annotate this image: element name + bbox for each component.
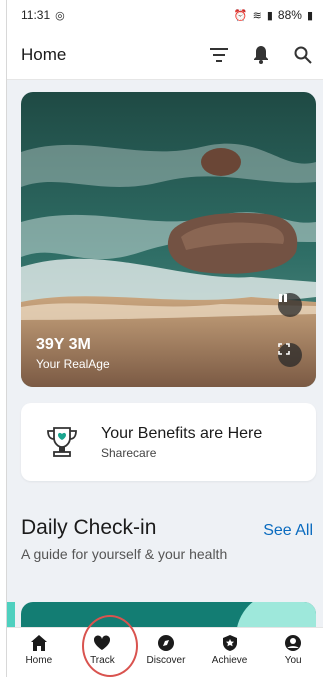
benefits-card[interactable]: Your Benefits are Here Sharecare bbox=[21, 403, 316, 481]
signal-icon: ▮ bbox=[266, 9, 273, 22]
clock: 11:31 bbox=[21, 8, 51, 22]
alarm-icon: ⏰ bbox=[233, 9, 248, 22]
battery-percent: 88% bbox=[277, 8, 302, 22]
nav-home-label: Home bbox=[25, 655, 53, 666]
realage-hero[interactable]: 39Y 3M Your RealAge bbox=[21, 92, 316, 387]
fullscreen-button[interactable] bbox=[278, 343, 302, 367]
nav-you[interactable]: You bbox=[264, 634, 322, 666]
page-title: Home bbox=[21, 44, 67, 64]
pause-button[interactable] bbox=[278, 293, 302, 317]
section-subtitle: A guide for yourself & your health bbox=[21, 546, 228, 562]
see-all-link[interactable]: See All bbox=[263, 522, 313, 540]
filter-icon[interactable] bbox=[209, 45, 229, 65]
wifi-icon: ≋ bbox=[252, 9, 262, 22]
compass-icon bbox=[157, 635, 174, 651]
app-frame: 11:31 ◎ ⏰ ≋ ▮ 88% ▮ Home 39Y 3M Your Rea… bbox=[6, 0, 323, 677]
battery-icon: ▮ bbox=[306, 9, 313, 22]
pause-icon bbox=[279, 294, 287, 302]
status-bar: 11:31 ◎ ⏰ ≋ ▮ 88% ▮ bbox=[7, 0, 323, 30]
shield-star-icon bbox=[222, 635, 237, 651]
heart-icon bbox=[94, 635, 111, 650]
fullscreen-icon bbox=[278, 343, 290, 355]
realage-label: Your RealAge bbox=[36, 357, 110, 371]
person-icon bbox=[285, 635, 302, 651]
bottom-navigation: Home Track Discover Achieve You bbox=[7, 627, 323, 677]
nav-discover-label: Discover bbox=[146, 655, 186, 666]
nav-discover[interactable]: Discover bbox=[137, 634, 195, 666]
nav-track-label: Track bbox=[90, 655, 115, 666]
nav-home[interactable]: Home bbox=[10, 634, 68, 666]
nav-track[interactable]: Track bbox=[73, 634, 131, 666]
nav-achieve-label: Achieve bbox=[211, 655, 248, 666]
bell-icon[interactable] bbox=[251, 45, 271, 65]
trophy-icon bbox=[47, 427, 77, 457]
home-icon bbox=[30, 635, 47, 651]
realage-value: 39Y 3M bbox=[36, 336, 91, 353]
section-title: Daily Check-in bbox=[21, 516, 157, 539]
search-icon[interactable] bbox=[293, 45, 313, 65]
benefits-subtitle: Sharecare bbox=[101, 445, 157, 460]
nav-you-label: You bbox=[284, 655, 302, 666]
app-bar: Home bbox=[7, 30, 323, 80]
nav-achieve[interactable]: Achieve bbox=[201, 634, 259, 666]
nfc-icon: ◎ bbox=[55, 9, 65, 22]
benefits-title: Your Benefits are Here bbox=[101, 424, 263, 442]
